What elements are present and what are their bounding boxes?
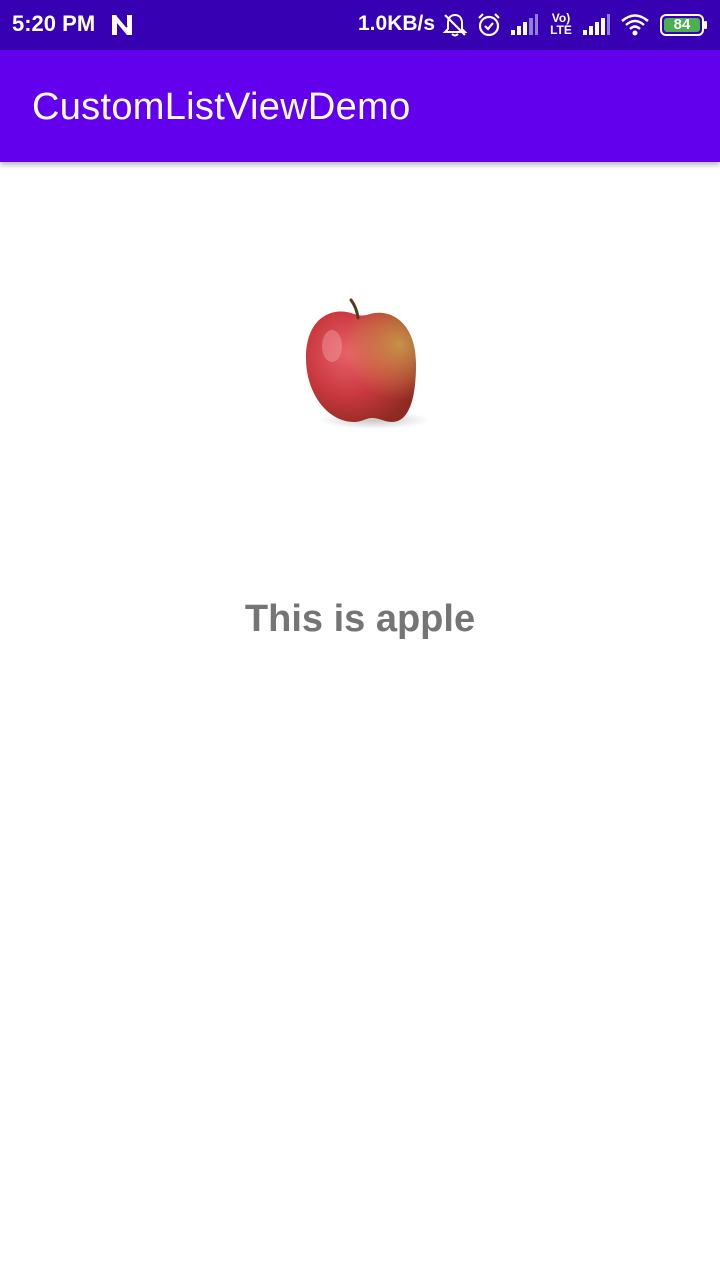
signal-icon — [511, 14, 538, 35]
network-speed: 1.0KB/s — [358, 12, 436, 35]
app-title: CustomListViewDemo — [32, 86, 411, 128]
fruit-caption: This is apple — [244, 598, 476, 640]
mute-bell-icon — [442, 13, 468, 37]
status-bar: 5:20 PM 1.0KB/s Vo) LTE 84 — [0, 0, 720, 50]
signal-icon — [583, 14, 610, 35]
volte-icon: Vo) LTE — [548, 12, 574, 38]
detail-content: This is apple — [0, 162, 720, 1280]
app-bar: CustomListViewDemo — [0, 50, 720, 162]
alarm-icon — [478, 13, 500, 37]
apple-image — [306, 298, 430, 429]
wifi-icon — [621, 14, 649, 36]
status-time: 5:20 PM — [12, 11, 96, 36]
lte-label: LTE — [550, 23, 572, 37]
battery-level: 84 — [673, 16, 691, 33]
n-notification-icon — [112, 14, 132, 35]
battery-icon: 84 — [660, 14, 708, 36]
